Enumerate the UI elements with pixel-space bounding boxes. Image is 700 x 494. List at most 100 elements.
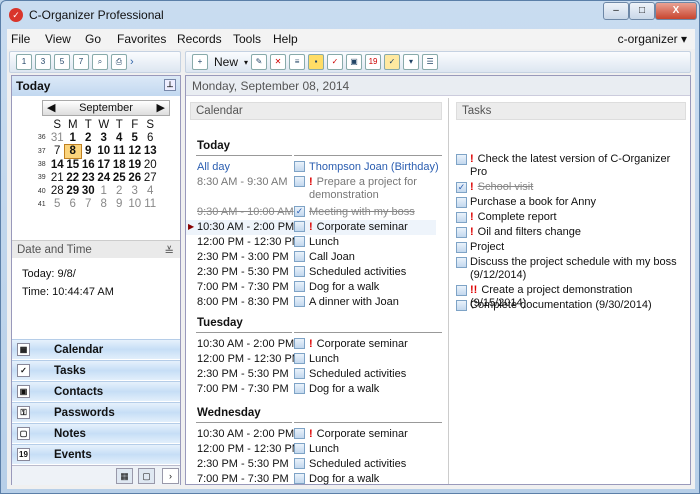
calendar-day[interactable]: 7 bbox=[81, 198, 97, 211]
event-checkbox[interactable]: ✓ bbox=[294, 206, 305, 217]
event-checkbox[interactable] bbox=[294, 296, 305, 307]
task-item[interactable]: ✓! School visit bbox=[456, 181, 686, 194]
calendar-event[interactable]: 7:00 PM - 7:30 PM Dog for a walk bbox=[186, 382, 436, 397]
calendar-day-selected[interactable]: 8 bbox=[64, 143, 82, 159]
task-item[interactable]: Purchase a book for Anny bbox=[456, 196, 686, 209]
calendar-event[interactable]: 10:30 AM - 2:00 PM! Corporate seminar bbox=[186, 427, 436, 442]
event-checkbox[interactable] bbox=[294, 281, 305, 292]
tasks-icon[interactable]: ✓ bbox=[327, 54, 344, 70]
calendar-event[interactable]: 12:00 PM - 12:30 PM Lunch bbox=[186, 235, 436, 250]
calendar-day[interactable]: 29 bbox=[65, 184, 81, 197]
contacts-icon[interactable]: ▣ bbox=[346, 54, 363, 70]
three-day-view-icon[interactable]: 3 bbox=[35, 54, 51, 70]
print-icon[interactable]: ⎙ bbox=[111, 54, 127, 70]
task-item[interactable]: Project bbox=[456, 241, 686, 254]
event-checkbox[interactable] bbox=[294, 221, 305, 232]
calendar-day[interactable]: 1 bbox=[96, 184, 112, 197]
calendar-day[interactable]: 6 bbox=[65, 198, 81, 211]
calendar-day[interactable]: 8 bbox=[96, 198, 112, 211]
calendar-day[interactable]: 3 bbox=[96, 131, 112, 144]
calendar-day[interactable]: 1 bbox=[65, 131, 81, 144]
calendar-day[interactable]: 5 bbox=[127, 131, 143, 144]
calendar-day[interactable]: 5 bbox=[50, 198, 66, 211]
nav-contacts[interactable]: ▣ Contacts bbox=[12, 381, 180, 401]
calendar-event[interactable]: 7:00 PM - 7:30 PM Dog for a walk bbox=[186, 472, 436, 487]
event-checkbox[interactable] bbox=[294, 428, 305, 439]
nav-passwords[interactable]: ⚿ Passwords bbox=[12, 402, 180, 422]
calendar-day[interactable]: 31 bbox=[50, 131, 66, 144]
calendar-day[interactable]: 13 bbox=[143, 145, 159, 158]
calendar-event[interactable]: All day Thompson Joan (Birthday) bbox=[186, 160, 439, 175]
calendar-day[interactable]: 11 bbox=[112, 145, 128, 158]
task-list-icon[interactable]: ≡ bbox=[289, 54, 306, 70]
calendar-day[interactable]: 2 bbox=[81, 131, 97, 144]
calendar-day[interactable]: 9 bbox=[112, 198, 128, 211]
notes-shortcut-icon[interactable]: ▢ bbox=[138, 468, 155, 484]
calendar-event[interactable]: 2:30 PM - 3:00 PM Call Joan bbox=[186, 250, 436, 265]
delete-icon[interactable]: ✕ bbox=[270, 54, 287, 70]
task-checkbox[interactable] bbox=[456, 242, 467, 253]
calendar-day[interactable]: 23 bbox=[81, 171, 97, 184]
menu-records[interactable]: Records bbox=[177, 32, 222, 46]
menu-help[interactable]: Help bbox=[273, 32, 298, 46]
calendar-day[interactable]: 2 bbox=[112, 184, 128, 197]
menu-view[interactable]: View bbox=[45, 32, 71, 46]
event-checkbox[interactable] bbox=[294, 353, 305, 364]
collapse-icon[interactable]: ≚ bbox=[164, 244, 174, 258]
prev-month-button[interactable]: ◀ bbox=[47, 101, 55, 115]
contact-card-icon[interactable] bbox=[294, 161, 305, 172]
task-checkbox[interactable] bbox=[456, 257, 467, 268]
menu-tools[interactable]: Tools bbox=[233, 32, 261, 46]
calendar-event[interactable]: 2:30 PM - 5:30 PM Scheduled activities bbox=[186, 367, 436, 382]
calendar-day[interactable]: 10 bbox=[127, 198, 143, 211]
calendar-day[interactable]: 14 bbox=[50, 158, 66, 171]
calendar-day[interactable]: 20 bbox=[143, 158, 159, 171]
calendar-event[interactable]: 12:00 PM - 12:30 PM Lunch bbox=[186, 442, 436, 457]
search-icon[interactable]: ⌕ bbox=[92, 54, 108, 70]
task-item[interactable]: ! Oil and filters change bbox=[456, 226, 686, 239]
events-icon[interactable]: 19 bbox=[365, 54, 382, 70]
maximize-button[interactable]: □ bbox=[629, 2, 655, 20]
task-checkbox[interactable] bbox=[456, 227, 467, 238]
new-dropdown-icon[interactable]: ▾ bbox=[244, 58, 248, 67]
event-checkbox[interactable] bbox=[294, 236, 305, 247]
minimize-button[interactable]: – bbox=[603, 2, 629, 20]
calendar-day[interactable]: 6 bbox=[143, 131, 159, 144]
day-view-icon[interactable]: 1 bbox=[16, 54, 32, 70]
notes-icon[interactable]: ✓ bbox=[384, 54, 401, 70]
menu-favorites[interactable]: Favorites bbox=[117, 32, 166, 46]
calendar-day[interactable]: 25 bbox=[112, 171, 128, 184]
list-view-icon[interactable]: ☰ bbox=[422, 54, 439, 70]
calendar-day[interactable]: 21 bbox=[50, 171, 66, 184]
event-checkbox[interactable] bbox=[294, 338, 305, 349]
calendar-day[interactable]: 12 bbox=[127, 145, 143, 158]
calendar-day[interactable]: 19 bbox=[127, 158, 143, 171]
new-button[interactable]: New bbox=[211, 55, 241, 69]
menu-go[interactable]: Go bbox=[85, 32, 101, 46]
nav-more-button[interactable]: › bbox=[162, 468, 179, 484]
calendar-event[interactable]: 7:00 PM - 7:30 PM Dog for a walk bbox=[186, 280, 436, 295]
next-month-button[interactable]: ▶ bbox=[157, 101, 165, 115]
close-button[interactable]: X bbox=[655, 2, 697, 20]
filter-icon[interactable]: ▾ bbox=[403, 54, 420, 70]
calendar-day[interactable]: 28 bbox=[50, 184, 66, 197]
task-checkbox[interactable] bbox=[456, 212, 467, 223]
week-view-icon[interactable]: 7 bbox=[73, 54, 89, 70]
calendar-event[interactable]: ▶ 10:30 AM - 2:00 PM! Corporate seminar bbox=[186, 220, 436, 235]
event-checkbox[interactable] bbox=[294, 368, 305, 379]
nav-tasks[interactable]: ✓ Tasks bbox=[12, 360, 180, 380]
new-record-icon[interactable]: + bbox=[192, 54, 208, 70]
calendar-day[interactable]: 10 bbox=[96, 145, 112, 158]
calendar-event[interactable]: 2:30 PM - 5:30 PM Scheduled activities bbox=[186, 265, 436, 280]
nav-calendar[interactable]: ▦ Calendar bbox=[12, 339, 180, 359]
edit-icon[interactable]: ✎ bbox=[251, 54, 268, 70]
calendar-event[interactable]: 12:00 PM - 12:30 PM Lunch bbox=[186, 352, 436, 367]
calendar-day[interactable]: 16 bbox=[81, 158, 97, 171]
note-icon[interactable]: ▪ bbox=[308, 54, 325, 70]
calendar-day[interactable]: 9 bbox=[81, 145, 97, 158]
task-checkbox[interactable] bbox=[456, 285, 467, 296]
calendar-day[interactable]: 7 bbox=[50, 145, 66, 158]
toolbar-overflow-icon[interactable]: › bbox=[130, 56, 134, 68]
task-item[interactable]: ! Check the latest version of C-Organizer… bbox=[456, 153, 686, 179]
calendar-day[interactable]: 24 bbox=[96, 171, 112, 184]
